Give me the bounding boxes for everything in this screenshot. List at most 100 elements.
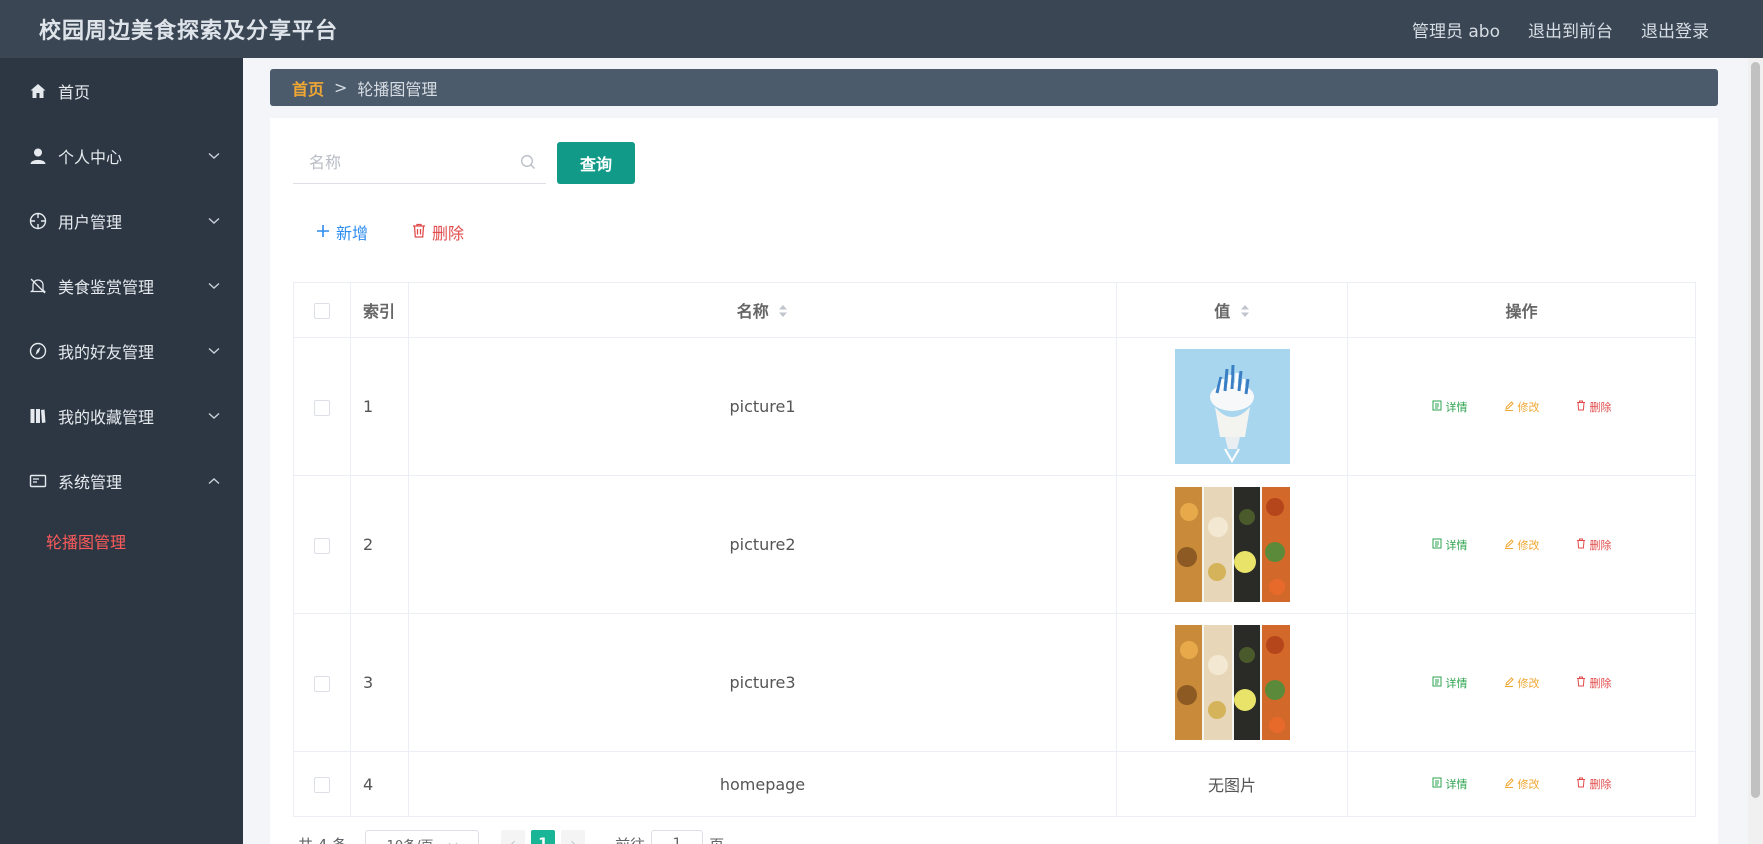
sidebar-subitem-carousel-management[interactable]: 轮播图管理 [0, 513, 243, 569]
row-select-cell [293, 337, 351, 476]
page-size-select[interactable]: 10条/页 [365, 830, 480, 844]
page-number-button[interactable]: 1 [531, 830, 556, 844]
row-name: homepage [408, 751, 1117, 817]
row-ops-cell: 详情 修改 删除 [1347, 475, 1696, 614]
food-tray-image[interactable] [1174, 487, 1290, 602]
delete-label: 删除 [1589, 778, 1612, 791]
plus-icon [316, 223, 330, 242]
delete-label: 删除 [1589, 676, 1612, 690]
detail-button[interactable]: 详情 [1432, 776, 1468, 792]
sidebar-item-food-appreciation[interactable]: 美食鉴赏管理 [0, 253, 243, 318]
sidebar-item-my-friends[interactable]: 我的好友管理 [0, 318, 243, 383]
delete-button[interactable]: 删除 [1576, 675, 1612, 691]
top-bar: 校园周边美食探索及分享平台 管理员 abo 退出到前台 退出登录 [0, 0, 1763, 58]
header-name-cell[interactable]: 名称 [408, 282, 1117, 338]
row-checkbox[interactable] [314, 399, 330, 416]
sidebar-item-label: 系统管理 [58, 472, 123, 492]
query-button[interactable]: 查询 [557, 142, 635, 184]
table-row: 3 picture3 详情 修改 删除 [293, 613, 1696, 752]
delete-button[interactable]: 删除 [1576, 399, 1612, 415]
pencil-icon [1504, 538, 1514, 552]
content-panel: 查询 新增 删除 索引 [270, 118, 1718, 844]
sidebar-item-personal-center[interactable]: 个人中心 [0, 123, 243, 188]
row-index: 2 [350, 475, 409, 614]
header-value: 值 [1214, 302, 1231, 321]
edit-label: 修改 [1517, 778, 1540, 791]
row-value-text: 无图片 [1116, 751, 1348, 817]
chevron-up-icon [207, 474, 221, 488]
search-input[interactable] [293, 144, 513, 181]
delete-label: 删除 [1589, 400, 1612, 414]
document-icon [1432, 400, 1442, 414]
edit-button[interactable]: 修改 [1504, 399, 1540, 415]
row-name: picture3 [408, 613, 1117, 752]
carousel-table: 索引 名称 值 操作 1 picture1 详情 修改 删除 2 picture… [293, 282, 1696, 817]
header-name: 名称 [736, 302, 769, 321]
goto-label: 前往 [615, 834, 645, 844]
logout-link[interactable]: 退出登录 [1641, 17, 1709, 42]
chevron-down-icon [448, 837, 458, 844]
trash-icon [412, 223, 426, 242]
scrollbar-thumb[interactable] [1751, 62, 1760, 798]
delete-button-label: 删除 [432, 224, 465, 243]
current-user[interactable]: 管理员 abo [1412, 17, 1500, 42]
batch-delete-button[interactable]: 删除 [412, 220, 464, 244]
detail-label: 详情 [1445, 400, 1468, 414]
row-select-cell [293, 475, 351, 614]
page-size-value: 10条/页 [387, 835, 434, 844]
document-icon [1432, 676, 1442, 690]
row-ops-cell: 详情 修改 删除 [1347, 337, 1696, 476]
sidebar-item-label: 用户管理 [58, 212, 123, 232]
table-row: 1 picture1 详情 修改 删除 [293, 337, 1696, 476]
vertical-scrollbar[interactable] [1748, 58, 1763, 844]
exit-to-front-link[interactable]: 退出到前台 [1528, 17, 1613, 42]
user-icon [28, 146, 48, 166]
prev-page-button[interactable]: ‹ [501, 830, 526, 844]
edit-label: 修改 [1517, 400, 1540, 414]
edit-label: 修改 [1517, 676, 1540, 690]
document-icon [1432, 777, 1442, 791]
edit-button[interactable]: 修改 [1504, 537, 1540, 553]
row-name: picture2 [408, 475, 1117, 614]
detail-button[interactable]: 详情 [1432, 399, 1468, 415]
next-page-button[interactable]: › [561, 830, 586, 844]
chevron-down-icon [207, 344, 221, 358]
header-value-cell[interactable]: 值 [1116, 282, 1348, 338]
document-icon [1432, 538, 1442, 552]
main-content: 首页 > 轮播图管理 查询 新增 删除 [243, 58, 1748, 844]
goto-page-input[interactable] [651, 830, 704, 844]
row-checkbox[interactable] [314, 777, 330, 793]
table-row: 4 homepage 无图片 详情 修改 删除 [293, 751, 1696, 817]
edit-button[interactable]: 修改 [1504, 675, 1540, 691]
detail-label: 详情 [1445, 778, 1468, 791]
detail-button[interactable]: 详情 [1432, 675, 1468, 691]
edit-button[interactable]: 修改 [1504, 776, 1540, 792]
breadcrumb-home[interactable]: 首页 [292, 76, 324, 100]
breadcrumb: 首页 > 轮播图管理 [270, 69, 1718, 106]
row-checkbox[interactable] [314, 675, 330, 692]
detail-button[interactable]: 详情 [1432, 537, 1468, 553]
add-button[interactable]: 新增 [316, 220, 368, 244]
pagination-total: 共 4 条 [298, 834, 347, 844]
row-checkbox[interactable] [314, 537, 330, 554]
top-links: 管理员 abo 退出到前台 退出登录 [1412, 17, 1709, 42]
sort-icon[interactable] [1240, 303, 1250, 322]
food-tray-image[interactable] [1174, 625, 1290, 740]
select-all-checkbox[interactable] [314, 303, 330, 319]
sidebar-item-user-management[interactable]: 用户管理 [0, 188, 243, 253]
sidebar-item-label: 我的好友管理 [58, 342, 155, 362]
sidebar-item-system-management[interactable]: 系统管理 [0, 448, 243, 513]
sidebar-item-label: 美食鉴赏管理 [58, 277, 155, 297]
trash-icon [1576, 400, 1586, 414]
dessert-image[interactable] [1174, 349, 1290, 464]
sidebar-item-my-favorites[interactable]: 我的收藏管理 [0, 383, 243, 448]
row-select-cell [293, 751, 351, 817]
sort-icon[interactable] [778, 303, 788, 322]
crosshair-icon [28, 211, 48, 231]
table-row: 2 picture2 详情 修改 删除 [293, 475, 1696, 614]
delete-button[interactable]: 删除 [1576, 537, 1612, 553]
delete-button[interactable]: 删除 [1576, 776, 1612, 792]
sidebar-item-home[interactable]: 首页 [0, 58, 243, 123]
row-value-cell [1116, 475, 1348, 614]
row-index: 1 [350, 337, 409, 476]
